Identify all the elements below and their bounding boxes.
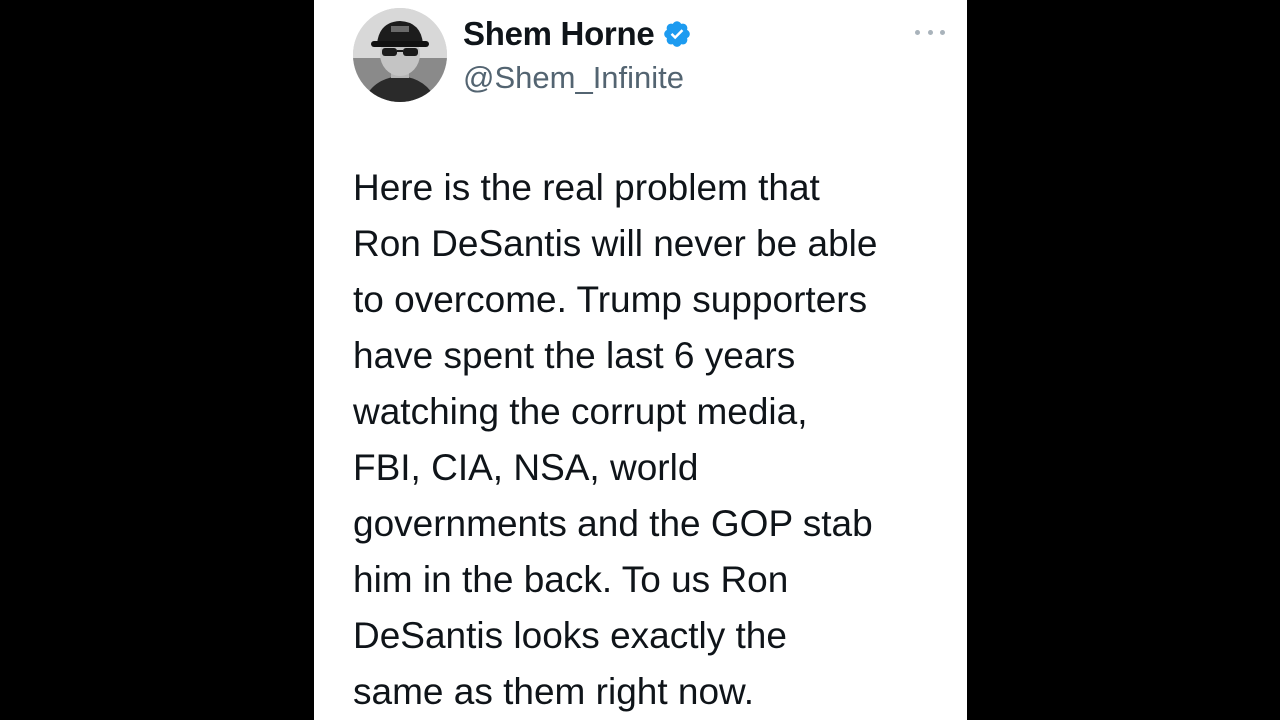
tweet-card[interactable]: Shem Horne @Shem_Infinite Here is the re… <box>314 0 967 720</box>
author-handle[interactable]: @Shem_Infinite <box>463 58 684 98</box>
avatar-image <box>353 8 447 102</box>
author-display-name[interactable]: Shem Horne <box>463 12 655 56</box>
tweet-text-line: governments and the GOP stab <box>353 503 873 544</box>
tweet-text-line: FBI, CIA, NSA, world <box>353 447 699 488</box>
tweet-text-line: Here is the real problem that <box>353 167 820 208</box>
tweet-text-line: same as them right now. <box>353 671 755 712</box>
tweet-text-line: him in the back. To us Ron <box>353 559 789 600</box>
more-dot <box>940 29 945 35</box>
tweet-text: Here is the real problem that Ron DeSant… <box>353 160 953 720</box>
tweet-text-line: to overcome. Trump supporters <box>353 279 868 320</box>
verified-badge-icon <box>662 19 692 49</box>
tweet-text-line: watching the corrupt media, <box>353 391 808 432</box>
more-options-icon[interactable] <box>915 20 945 44</box>
more-dot <box>915 29 920 35</box>
author-name-row[interactable]: Shem Horne <box>463 12 692 56</box>
screen: Shem Horne @Shem_Infinite Here is the re… <box>0 0 1280 720</box>
more-dot <box>927 29 933 35</box>
tweet-text-line: Ron DeSantis will never be able <box>353 223 878 264</box>
tweet-text-line: DeSantis looks exactly the <box>353 615 787 656</box>
avatar[interactable] <box>353 8 447 102</box>
tweet-text-line: have spent the last 6 years <box>353 335 796 376</box>
